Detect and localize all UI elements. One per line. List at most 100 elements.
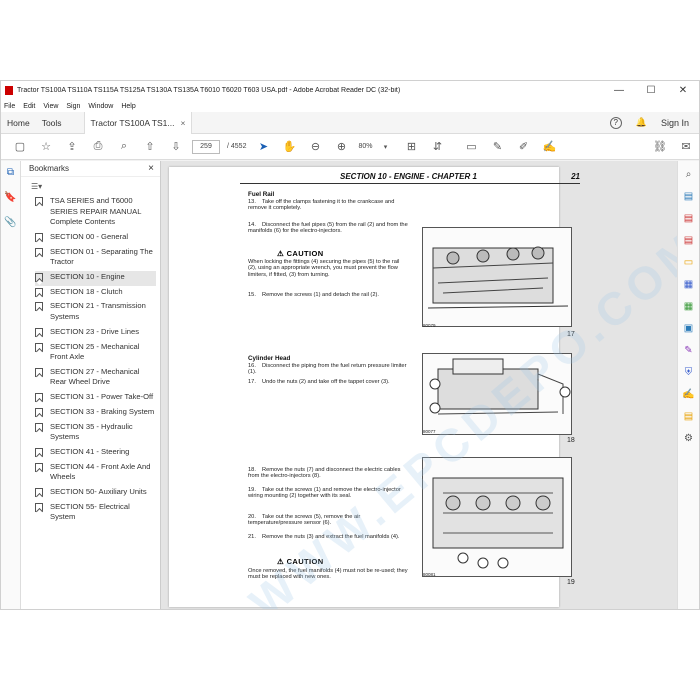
document-viewer[interactable]: SECTION 10 - ENGINE - CHAPTER 1 21 Fuel …	[161, 161, 677, 609]
create-pdf-icon[interactable]: ▤	[682, 211, 696, 225]
select-cursor-icon[interactable]: ➤	[250, 137, 276, 157]
bookmark-label: TSA SERIES and T6000 SERIES REPAIR MANUA…	[50, 196, 142, 226]
bookmark-item[interactable]: SECTION 55- Electrical System	[35, 501, 156, 526]
bookmark-item[interactable]: SECTION 35 - Hydraulic Systems	[35, 421, 156, 446]
organize-pages-icon[interactable]: ▦	[682, 299, 696, 313]
search-icon[interactable]: ⌕	[682, 167, 696, 181]
figure-19-injectors	[422, 457, 572, 577]
page-number-input[interactable]: 259	[192, 139, 220, 154]
step-14: 14. Disconnect the fuel pipes (5) from th…	[248, 222, 408, 235]
bookmarks-header: Bookmarks ×	[21, 161, 160, 177]
scroll-mode-icon[interactable]: ⇵	[424, 137, 450, 157]
bookmark-item[interactable]: SECTION 21 - Transmission Systems	[35, 300, 156, 325]
upload-icon[interactable]: ⇪	[59, 137, 85, 157]
step-21: 21. Remove the nuts (3) and extract the f…	[248, 534, 400, 540]
maximize-button[interactable]: ☐	[635, 85, 667, 96]
export-pdf-icon[interactable]: ▤	[682, 189, 696, 203]
step-17: 17. Undo the nuts (2) and take off the ta…	[248, 379, 390, 385]
bookmark-label: SECTION 18 - Clutch	[50, 286, 123, 296]
bookmark-label: SECTION 01 - Separating The Tractor	[50, 246, 153, 267]
bookmark-label: SECTION 35 - Hydraulic Systems	[50, 421, 133, 442]
warning-triangle-icon: ⚠	[277, 557, 285, 566]
zoom-out-icon[interactable]: ⊖	[302, 137, 328, 157]
bookmark-icon	[35, 367, 43, 377]
help-icon[interactable]: ?	[609, 116, 622, 129]
scan-ocr-icon[interactable]: ▣	[682, 321, 696, 335]
page-header: SECTION 10 - ENGINE - CHAPTER 1 21	[240, 172, 580, 184]
bookmark-panel-icon[interactable]: 🔖	[4, 192, 16, 203]
hand-tool-icon[interactable]: ✋	[276, 137, 302, 157]
combine-files-icon[interactable]: ▦	[682, 277, 696, 291]
tab-close-icon[interactable]: ×	[180, 118, 185, 128]
menu-window[interactable]: Window	[88, 103, 113, 110]
bookmark-icon	[35, 247, 43, 257]
zoom-search-icon[interactable]: ⌕	[111, 137, 137, 157]
fill-sign-icon[interactable]: ✎	[682, 343, 696, 357]
bookmark-item[interactable]: SECTION 33 - Braking System	[35, 406, 156, 421]
highlight-icon[interactable]: ✐	[510, 137, 536, 157]
star-icon[interactable]: ☆	[33, 137, 59, 157]
bookmark-item[interactable]: SECTION 01 - Separating The Tractor	[35, 246, 156, 271]
bookmark-item[interactable]: SECTION 23 - Drive Lines	[35, 326, 156, 341]
close-window-button[interactable]: ✕	[667, 85, 699, 96]
menu-view[interactable]: View	[43, 103, 58, 110]
zoom-dropdown-icon[interactable]: ▾	[372, 137, 398, 157]
close-panel-icon[interactable]: ×	[148, 163, 154, 174]
zoom-level[interactable]: 80%	[358, 143, 372, 150]
bookmark-item[interactable]: SECTION 44 - Front Axle And Wheels	[35, 461, 156, 486]
send-sign-icon[interactable]: ✍	[682, 387, 696, 401]
notifications-icon[interactable]: 🔔	[636, 117, 647, 128]
tab-home[interactable]: Home	[1, 112, 36, 134]
bookmark-label: SECTION 00 - General	[50, 231, 129, 241]
bookmark-item[interactable]: SECTION 18 - Clutch	[35, 286, 156, 301]
bookmark-icon	[35, 462, 43, 472]
bookmark-item[interactable]: TSA SERIES and T6000 SERIES REPAIR MANUA…	[35, 195, 156, 231]
tab-document[interactable]: Tractor TS100A TS1... ×	[83, 111, 193, 134]
workspace: ⧉ 🔖 📎 Bookmarks × ☰▾ TSA SERIES and T600…	[1, 161, 699, 609]
menu-file[interactable]: File	[4, 103, 15, 110]
save-icon[interactable]: ▢	[7, 137, 33, 157]
tools-settings-icon[interactable]: ⚙	[682, 431, 696, 445]
minimize-button[interactable]: —	[603, 85, 635, 96]
page-down-icon[interactable]: ⇩	[163, 137, 189, 157]
menu-edit[interactable]: Edit	[23, 103, 35, 110]
more-tools-icon[interactable]: ▤	[682, 409, 696, 423]
bookmark-item[interactable]: SECTION 50- Auxiliary Units	[35, 486, 156, 501]
sign-icon[interactable]: ✍	[536, 137, 562, 157]
bookmark-label: SECTION 27 - Mechanical Rear Wheel Drive	[50, 366, 140, 387]
bookmark-icon	[35, 393, 43, 403]
bookmark-item[interactable]: SECTION 10 - Engine	[35, 270, 156, 286]
bookmark-label: SECTION 50- Auxiliary Units	[50, 487, 147, 497]
email-icon[interactable]: ✉	[673, 137, 699, 157]
zoom-in-icon[interactable]: ⊕	[328, 137, 354, 157]
bookmark-item[interactable]: SECTION 25 - Mechanical Front Axle	[35, 341, 156, 366]
pages-thumbnail-icon[interactable]: ⧉	[7, 167, 14, 178]
bookmark-icon	[35, 272, 43, 282]
bookmark-options-icon[interactable]: ☰▾	[31, 182, 42, 191]
step-16: 16. Disconnect the piping from the fuel r…	[248, 363, 407, 376]
bookmarks-panel: Bookmarks × ☰▾ TSA SERIES and T6000 SERI…	[21, 161, 161, 609]
pen-icon[interactable]: ✎	[484, 137, 510, 157]
comment-icon[interactable]: ▭	[458, 137, 484, 157]
menu-sign[interactable]: Sign	[66, 103, 80, 110]
print-icon[interactable]: ⎙	[85, 137, 111, 157]
tab-tools[interactable]: Tools	[36, 112, 68, 134]
comment-tool-icon[interactable]: ▭	[682, 255, 696, 269]
page-number-label: 21	[571, 172, 580, 181]
step-18: 18. Remove the nuts (7) and disconnect th…	[248, 467, 401, 480]
page-total: / 4552	[227, 143, 247, 150]
sign-in-button[interactable]: Sign In	[661, 118, 689, 128]
edit-pdf-icon[interactable]: ▤	[682, 233, 696, 247]
section-header-text: SECTION 10 - ENGINE - CHAPTER 1	[340, 172, 477, 181]
protect-icon[interactable]: ⛨	[682, 365, 696, 379]
bookmark-label: SECTION 25 - Mechanical Front Axle	[50, 341, 140, 362]
attachment-icon[interactable]: 📎	[4, 217, 16, 228]
link-icon[interactable]: ⛓	[647, 137, 673, 157]
menu-help[interactable]: Help	[121, 103, 135, 110]
bookmark-item[interactable]: SECTION 31 - Power Take-Off	[35, 391, 156, 406]
page-up-icon[interactable]: ⇧	[137, 137, 163, 157]
bookmark-item[interactable]: SECTION 27 - Mechanical Rear Wheel Drive	[35, 366, 156, 391]
bookmark-item[interactable]: SECTION 41 - Steering	[35, 446, 156, 461]
bookmark-item[interactable]: SECTION 00 - General	[35, 231, 156, 246]
fit-page-icon[interactable]: ⊞	[398, 137, 424, 157]
